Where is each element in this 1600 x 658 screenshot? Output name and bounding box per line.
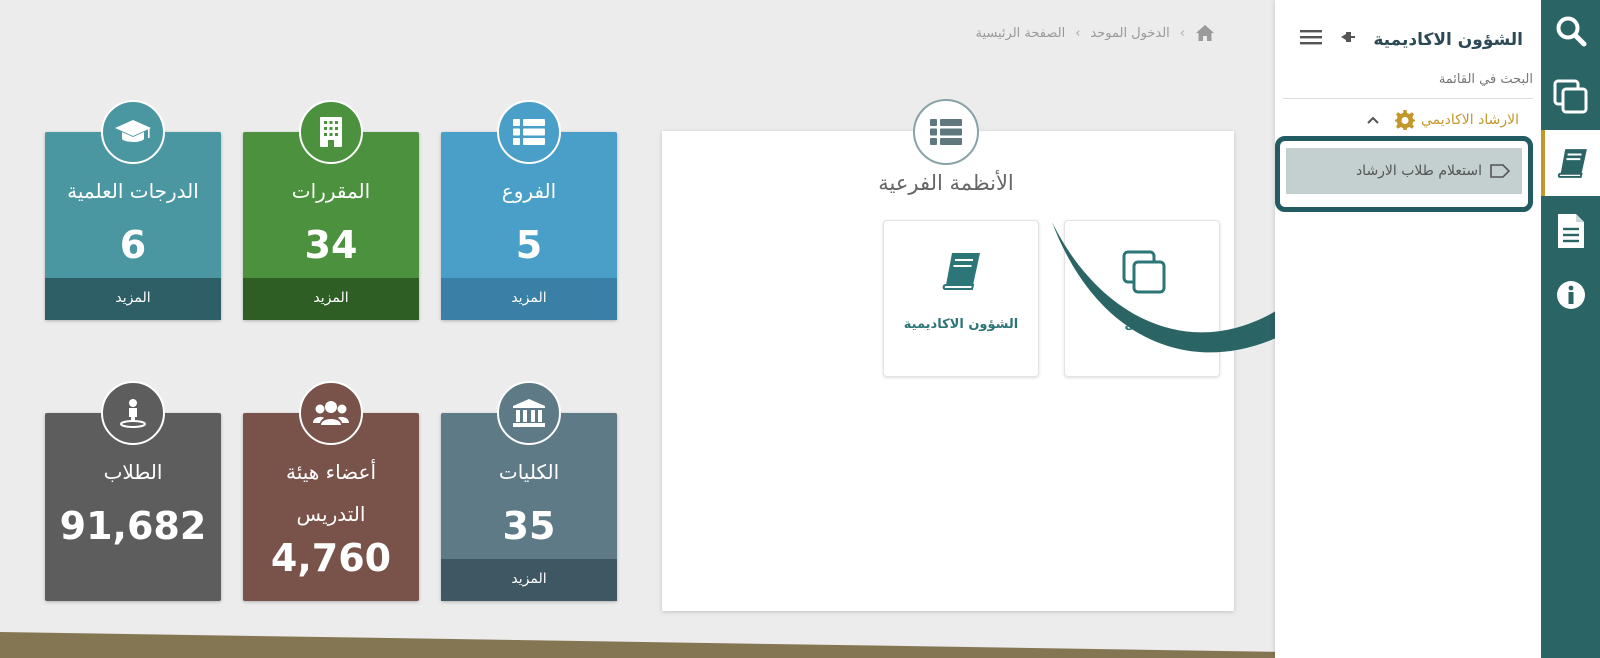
document-icon	[1557, 214, 1584, 248]
icon-sidebar	[1541, 0, 1600, 658]
book-icon	[942, 253, 980, 290]
subsystem-tile-partial[interactable]: ـيل	[1064, 220, 1220, 377]
breadcrumb-current[interactable]: الدخول الموحد	[1090, 26, 1169, 41]
stat-value: 91,682	[59, 504, 207, 548]
book-icon	[1557, 149, 1587, 178]
tile-label: الشؤون الاكاديمية	[903, 317, 1019, 332]
breadcrumb: › الدخول الموحد › الصفحة الرئيسية	[976, 24, 1216, 42]
menu-group-academic-advising[interactable]: الارشاد الاكاديمي	[1367, 110, 1519, 130]
chevron-up-icon[interactable]	[1367, 116, 1379, 124]
tag-icon	[1490, 164, 1510, 178]
copy-icon	[1122, 250, 1166, 294]
more-link[interactable]: المزيد	[45, 278, 221, 320]
subsystem-tile-academic-affairs[interactable]: الشؤون الاكاديمية	[883, 220, 1039, 377]
info-icon	[1556, 281, 1585, 309]
users-icon	[299, 381, 363, 445]
home-icon[interactable]	[1195, 24, 1215, 42]
gear-icon	[1394, 110, 1415, 130]
stat-card-branches[interactable]: الفروع 5 المزيد	[441, 100, 617, 320]
search-button[interactable]	[1541, 0, 1600, 62]
subsystems-title: الأنظمة الفرعية	[878, 171, 1014, 195]
stat-value: 5	[515, 223, 543, 267]
search-icon	[1556, 16, 1586, 47]
pin-icon[interactable]	[1339, 30, 1355, 44]
breadcrumb-separator: ›	[1075, 25, 1081, 41]
student-icon	[101, 381, 165, 445]
stat-card-colleges[interactable]: الكليات 35 المزيد	[441, 381, 617, 601]
breadcrumb-home[interactable]: الصفحة الرئيسية	[976, 26, 1066, 41]
bottom-decorative-band	[0, 632, 1290, 658]
stat-card-degrees[interactable]: الدرجات العلمية 6 المزيد	[45, 100, 221, 320]
list-icon	[913, 99, 979, 165]
group-label: الارشاد الاكاديمي	[1420, 112, 1519, 128]
subsystems-panel: الأنظمة الفرعية الشؤون الاكاديمية ـيل	[662, 99, 1234, 611]
menu-item-advising-students-inquiry[interactable]: استعلام طلاب الارشاد	[1286, 148, 1522, 194]
stat-value: 35	[502, 504, 556, 548]
side-menu-title: الشؤون الاكاديمية	[1373, 30, 1523, 50]
tile-label: ـيل	[1124, 317, 1146, 332]
graduation-cap-icon	[101, 100, 165, 164]
menu-search-label[interactable]: البحث في القائمة	[1439, 72, 1533, 87]
building-icon	[299, 100, 363, 164]
highlight-frame: استعلام طلاب الارشاد	[1275, 136, 1533, 212]
stat-card-courses[interactable]: المقررات 34 المزيد	[243, 100, 419, 320]
breadcrumb-separator: ›	[1179, 25, 1185, 41]
more-link[interactable]: المزيد	[441, 559, 617, 601]
info-button[interactable]	[1541, 264, 1600, 326]
stat-card-faculty[interactable]: أعضاء هيئة التدريس 4,760	[243, 381, 419, 601]
document-button[interactable]	[1541, 200, 1600, 262]
menu-item-label: استعلام طلاب الارشاد	[1355, 163, 1482, 179]
academic-affairs-button[interactable]	[1541, 130, 1600, 196]
hamburger-menu-icon[interactable]	[1300, 28, 1322, 46]
side-menu: الشؤون الاكاديمية البحث في القائمة الارش…	[1275, 0, 1541, 658]
stat-value: 6	[119, 223, 147, 267]
copy-button[interactable]	[1541, 66, 1600, 128]
institution-icon	[497, 381, 561, 445]
divider	[1283, 98, 1533, 99]
more-link[interactable]: المزيد	[441, 278, 617, 320]
stat-value: 4,760	[270, 536, 392, 580]
stat-value: 34	[304, 223, 358, 267]
copy-icon	[1553, 79, 1587, 114]
more-link[interactable]: المزيد	[243, 278, 419, 320]
list-icon	[497, 100, 561, 164]
stat-card-students[interactable]: الطلاب 91,682	[45, 381, 221, 601]
